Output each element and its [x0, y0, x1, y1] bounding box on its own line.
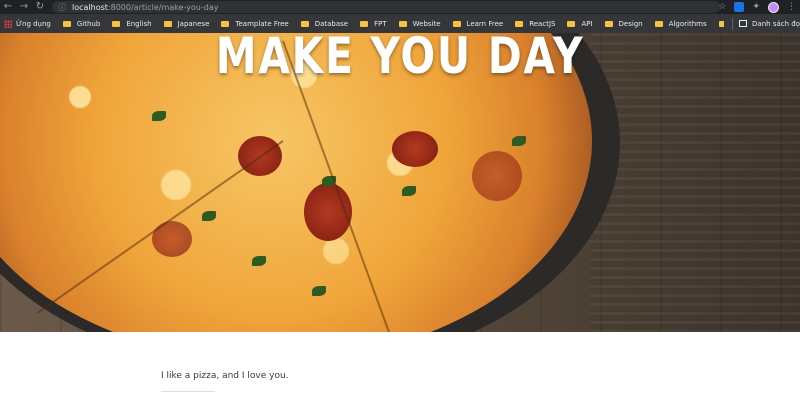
basil-leaf	[512, 136, 526, 146]
bookmark-label: Learn Free	[466, 19, 504, 28]
bookmark-label: Database	[314, 19, 349, 28]
browser-toolbar: ← → ↻ ⓘ localhost :8000/article/make-you…	[0, 0, 800, 14]
folder-icon	[604, 20, 613, 27]
bookmark-label: ReactJS	[529, 19, 556, 28]
folder-icon	[360, 20, 369, 27]
bookmark-item[interactable]: Website	[398, 19, 441, 28]
bookmark-label: Algorithms	[668, 19, 707, 28]
folder-icon	[62, 20, 71, 27]
bookmark-label: API	[581, 19, 593, 28]
reading-list-label: Danh sách đọ	[752, 19, 800, 28]
bookmark-item[interactable]: Japanese	[163, 19, 210, 28]
bookmark-item[interactable]: ReactJS	[515, 20, 555, 28]
bookmark-label: Japanese	[177, 19, 210, 28]
back-icon[interactable]: ←	[0, 0, 16, 14]
translate-extension-icon[interactable]	[734, 2, 745, 12]
folder-icon	[654, 20, 663, 27]
bookmark-label: English	[126, 19, 152, 28]
divider	[161, 391, 215, 392]
folder-icon	[515, 20, 524, 27]
bookmark-star-icon[interactable]: ☆	[718, 2, 726, 12]
reading-list[interactable]: Danh sách đọ	[724, 14, 800, 33]
bookmark-item[interactable]: Design	[604, 19, 643, 28]
info-icon[interactable]: ⓘ	[58, 2, 66, 13]
bookmark-item[interactable]: English	[112, 19, 152, 28]
folder-icon	[300, 20, 309, 27]
bookmark-item[interactable]: Teamplate Free	[221, 19, 289, 28]
hero-title: MAKE YOU DAY	[215, 33, 585, 85]
basil-leaf	[402, 186, 416, 196]
basil-leaf	[252, 256, 266, 266]
bookmark-item[interactable]: Algorithms	[654, 19, 707, 28]
folder-icon	[221, 20, 230, 27]
bookmark-item[interactable]: Ứng dụng	[4, 19, 51, 28]
folder-icon	[567, 20, 576, 27]
extensions-icon[interactable]: ✦	[752, 2, 760, 12]
profile-avatar[interactable]	[768, 1, 779, 13]
bookmark-item[interactable]: API	[567, 19, 593, 28]
basil-leaf	[202, 211, 216, 221]
reload-icon[interactable]: ↻	[32, 0, 48, 14]
bookmarks-bar: Ứng dụng Github English Japanese Teamplate F…	[0, 14, 800, 33]
divider	[732, 17, 734, 30]
pepperoni	[472, 151, 522, 201]
url-host: localhost	[72, 2, 108, 12]
bookmark-label: Teamplate Free	[235, 19, 289, 28]
bookmark-item[interactable]: FPT	[360, 20, 387, 28]
address-bar[interactable]: ⓘ localhost :8000/article/make-you-day	[52, 1, 720, 13]
bookmark-item[interactable]: Learn Free	[452, 19, 504, 28]
basil-leaf	[312, 286, 326, 296]
url-path: :8000/article/make-you-day	[107, 2, 219, 12]
bookmark-label: Design	[618, 19, 643, 28]
apps-grid-icon	[4, 19, 12, 28]
bookmark-item[interactable]: Database	[300, 19, 349, 28]
folder-icon	[163, 20, 172, 27]
menu-icon[interactable]: ⋮	[787, 2, 796, 12]
folder-icon	[398, 20, 407, 27]
basil-leaf	[152, 111, 166, 121]
bookmark-label: Website	[412, 19, 441, 28]
folder-icon	[112, 20, 121, 27]
bookmark-item[interactable]: Github	[62, 19, 101, 28]
reading-list-icon	[739, 20, 748, 27]
bookmark-label: FPT	[374, 19, 387, 28]
hero-banner: MAKE YOU DAY	[0, 33, 800, 332]
forward-icon[interactable]: →	[16, 0, 32, 14]
folder-icon	[452, 20, 461, 27]
article-content: I like a pizza, and I love you.	[0, 332, 800, 394]
article-body: I like a pizza, and I love you.	[161, 371, 289, 381]
pepperoni	[392, 131, 438, 167]
bookmark-label: Ứng dụng	[16, 19, 51, 28]
bookmark-label: Github	[76, 19, 101, 28]
